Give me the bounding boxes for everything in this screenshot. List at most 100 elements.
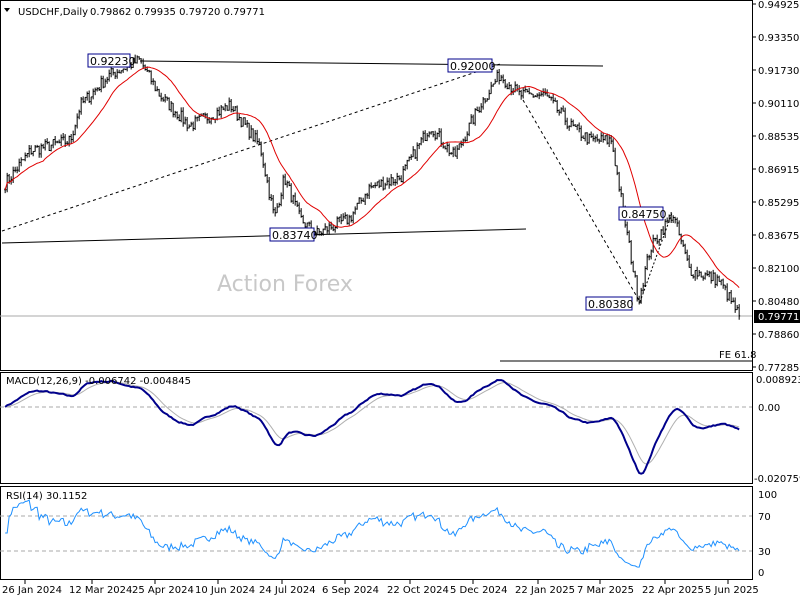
- ohlc-bar: [362, 197, 365, 202]
- ohlc-bar: [554, 97, 557, 102]
- ohlc-bar: [628, 230, 631, 243]
- support-trendline[interactable]: [1, 228, 527, 244]
- date-axis-label: 22 Jan 2025: [515, 585, 575, 596]
- ohlc-bar: [378, 179, 381, 189]
- resistance-trendline[interactable]: [139, 60, 604, 67]
- ohlc-bar: [266, 174, 269, 184]
- label-low-1: 0.83740: [272, 229, 318, 242]
- ohlc-bar: [470, 114, 473, 124]
- ohlc-bar: [724, 284, 727, 291]
- ohlc-bar: [444, 145, 447, 150]
- ohlc-bar: [390, 173, 393, 187]
- ohlc-bar: [370, 182, 373, 189]
- ohlc-bar: [730, 289, 733, 304]
- ohlc-bar: [400, 175, 403, 183]
- ohlc-bar: [438, 127, 441, 138]
- ohlc-bar: [374, 182, 377, 189]
- ohlc-bar: [684, 243, 687, 255]
- ohlc-bar: [136, 55, 139, 64]
- ohlc-bar: [648, 254, 651, 261]
- ohlc-bar: [536, 93, 539, 98]
- price-axis-label: 0.86915: [758, 165, 799, 176]
- ohlc-bar: [706, 270, 709, 277]
- ohlc-bar: [394, 178, 397, 186]
- ohlc-bar: [342, 213, 345, 222]
- ohlc-bar: [550, 96, 553, 101]
- ohlc-bar: [408, 156, 411, 162]
- ohlc-bar: [286, 180, 289, 188]
- ohlc-bar: [32, 151, 35, 157]
- ohlc-bar: [626, 221, 629, 236]
- ohlc-bar: [86, 91, 89, 101]
- ohlc-bar: [688, 254, 691, 268]
- ohlc-bar: [326, 226, 329, 234]
- ohlc-bar: [354, 206, 357, 215]
- ohlc-bar: [686, 249, 689, 261]
- label-high-1: 0.92230: [90, 55, 136, 68]
- ohlc-bar: [70, 134, 73, 144]
- ohlc-bar: [50, 144, 53, 152]
- ohlc-bar: [230, 98, 233, 113]
- ohlc-bar: [246, 119, 249, 128]
- ohlc-bar: [500, 74, 503, 82]
- ohlc-bar: [662, 226, 665, 235]
- ohlc-bar: [138, 56, 141, 60]
- ohlc-bar: [324, 223, 327, 231]
- ohlc-bar: [690, 263, 693, 276]
- price-bars: [4, 54, 741, 320]
- price-axis-label: 0.90110: [758, 99, 799, 110]
- ohlc-bar: [182, 107, 185, 127]
- ohlc-bar: [226, 105, 229, 111]
- ohlc-bar: [76, 113, 79, 129]
- rsi-axis-100: 100: [758, 490, 777, 501]
- ohlc-bar: [600, 132, 603, 142]
- collapse-triangle-icon[interactable]: [4, 8, 10, 12]
- label-fe: FE 61.8: [719, 350, 757, 361]
- ohlc-bar: [172, 102, 175, 118]
- ohlc-bar: [124, 68, 127, 71]
- ohlc-bar: [174, 110, 177, 118]
- channel-dashed-line[interactable]: [1, 63, 501, 232]
- ohlc-bar: [116, 69, 119, 79]
- macd-axis-max: 0.008923: [756, 375, 800, 386]
- date-axis-label: 5 Jun 2025: [705, 585, 759, 596]
- ohlc-bar: [698, 270, 701, 277]
- ohlc-bar: [430, 131, 433, 135]
- ohlc-bar: [612, 138, 615, 152]
- ohlc-bar: [650, 249, 653, 260]
- ohlc-bar: [96, 87, 99, 92]
- ohlc-bar: [148, 69, 151, 73]
- ohlc-bar: [704, 272, 707, 280]
- ohlc-bar: [106, 76, 109, 84]
- ohlc-bar: [436, 132, 439, 140]
- ohlc-bar: [528, 87, 531, 95]
- macd-axis-zero: 0.00: [758, 403, 780, 414]
- macd-label: MACD(12,26,9) -0.006742 -0.004845: [6, 376, 191, 387]
- price-axis-label: 0.94925: [758, 0, 799, 11]
- date-axis-label: 12 Mar 2024: [69, 585, 132, 596]
- ohlc-bar: [40, 143, 43, 158]
- ohlc-bar: [186, 116, 189, 132]
- ohlc-bar: [36, 144, 39, 148]
- ohlc-bar: [162, 96, 165, 102]
- ohlc-bar: [734, 297, 737, 313]
- ohlc-bar: [380, 179, 383, 188]
- ohlc-bar: [708, 270, 711, 278]
- ohlc-bar: [458, 143, 461, 151]
- ohlc-bar: [526, 88, 529, 93]
- ohlc-bar: [594, 135, 597, 143]
- ohlc-bar: [366, 192, 369, 199]
- ohlc-bar: [638, 295, 641, 305]
- ohlc-bar: [476, 106, 479, 112]
- ohlc-bar: [634, 270, 637, 278]
- ohlc-bar: [492, 83, 495, 87]
- ohlc-bar: [118, 69, 121, 74]
- symbol-title: USDCHF,Daily: [18, 7, 88, 18]
- ohlc-bar: [522, 87, 525, 99]
- ohlc-bar: [618, 171, 621, 192]
- date-axis-label: 6 Sep 2024: [322, 585, 379, 596]
- ohlc-bar: [714, 272, 717, 288]
- ohlc-bar: [468, 122, 471, 137]
- fib-leg-line-2[interactable]: [639, 212, 673, 303]
- ohlc-bar: [732, 297, 735, 303]
